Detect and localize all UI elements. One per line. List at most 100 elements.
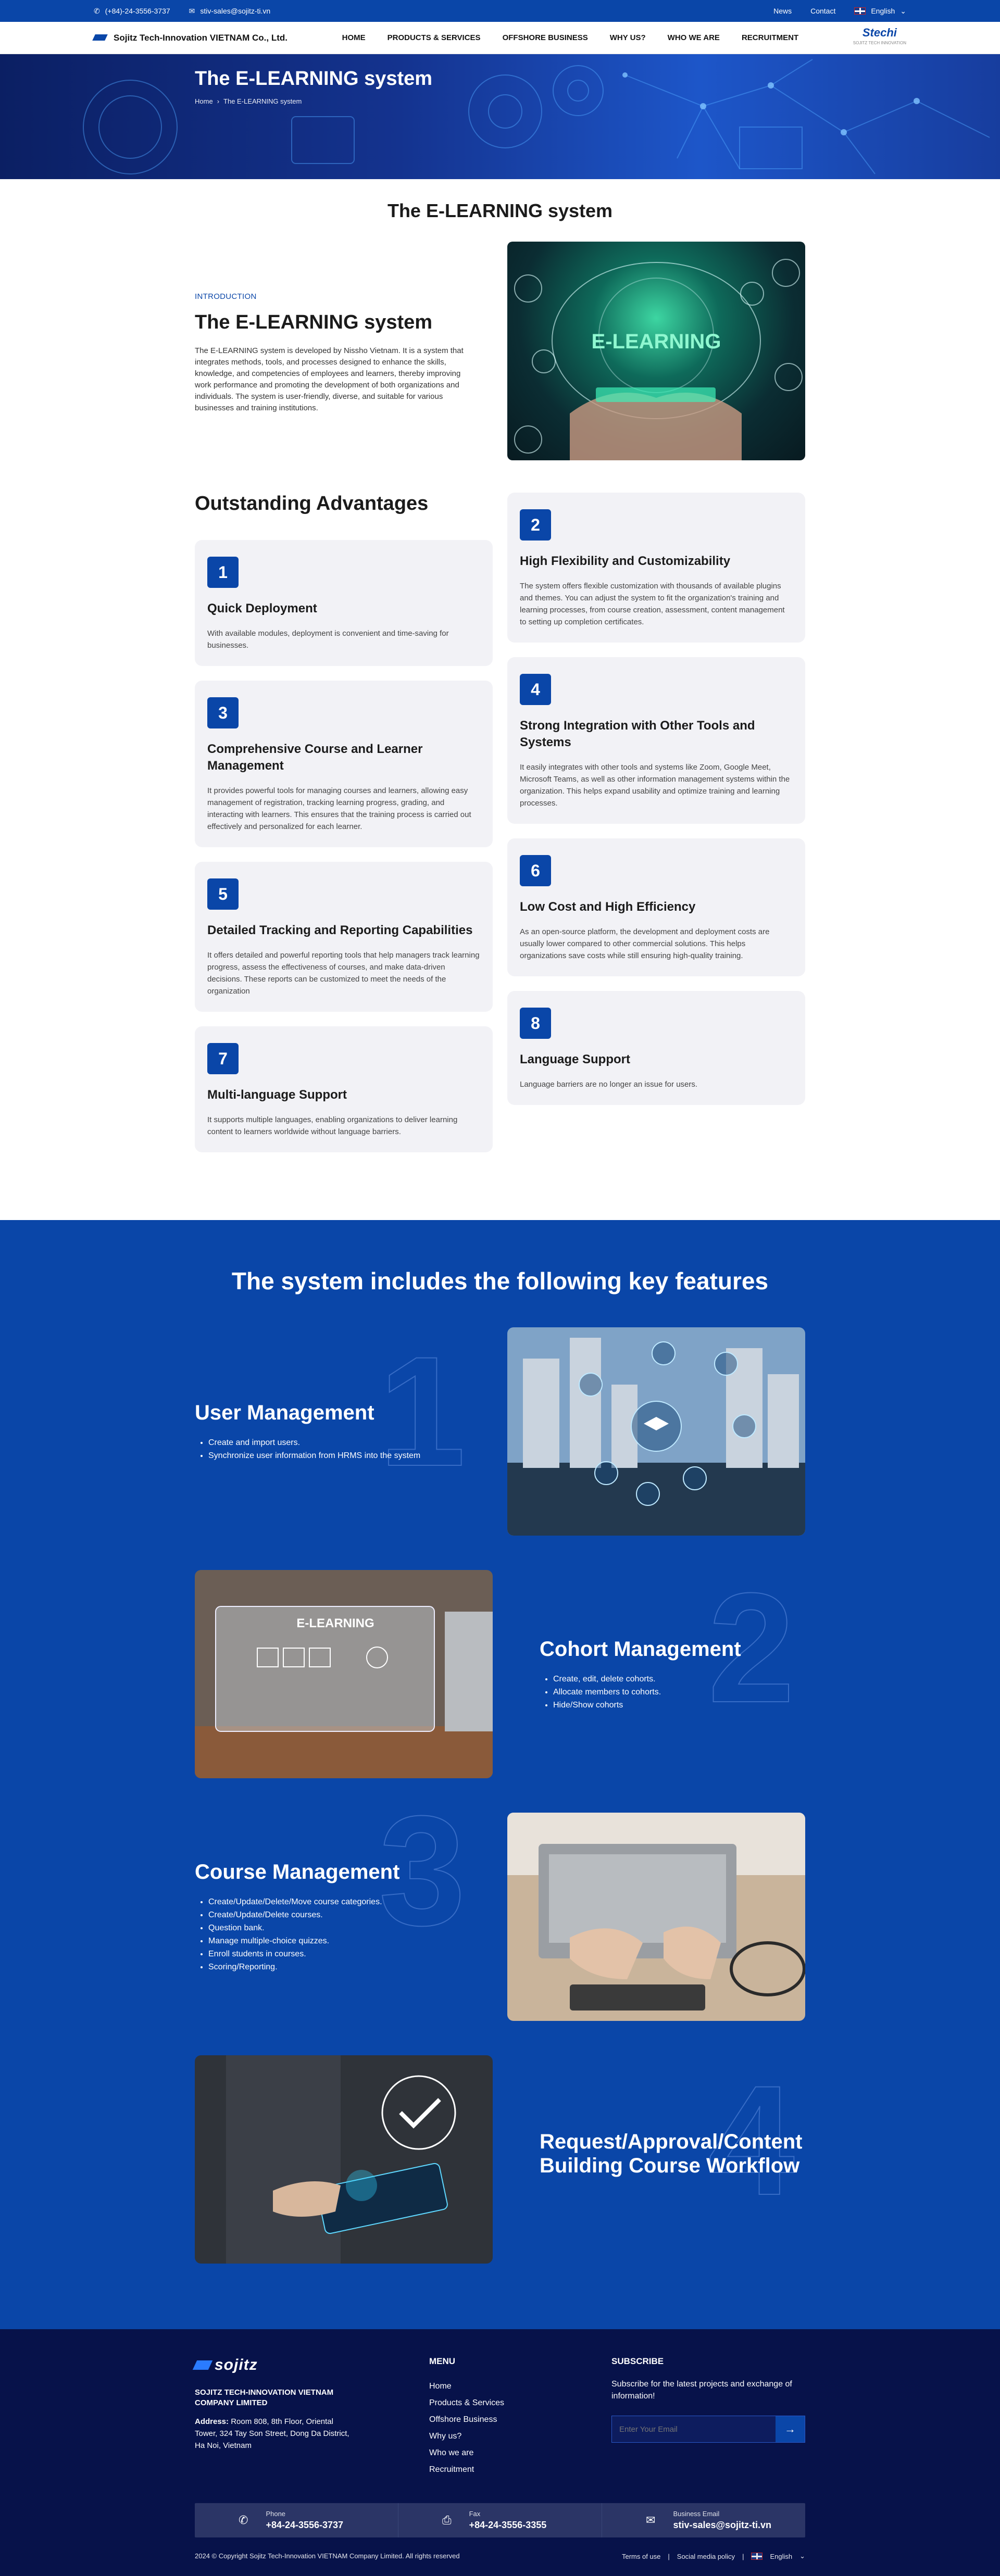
advantage-card-2: 2 High Flexibility and Customizability T… [507,493,805,643]
stechi-logo-text: Stechi [862,26,897,39]
advantage-title: Quick Deployment [207,601,317,615]
city-illustration [507,1327,805,1536]
footer-menu-who-we-are[interactable]: Who we are [429,2445,533,2461]
laptop-image-label: E-LEARNING [296,1616,374,1630]
subscribe-submit-button[interactable]: → [776,2416,805,2442]
fax-icon: ⎙ [442,2514,452,2527]
feature-user-management: 1 User Management Create and import user… [195,1327,805,1536]
social-policy-link[interactable]: Social media policy [677,2553,735,2560]
elearning-illustration: E-LEARNING [514,259,803,460]
uk-flag-icon [751,2553,763,2560]
advantage-number: 2 [520,509,551,541]
breadcrumb-current: The E-LEARNING system [223,97,302,105]
subscribe-title: SUBSCRIBE [611,2356,664,2366]
footer-menu-recruitment[interactable]: Recruitment [429,2461,533,2478]
footer-bottom: 2024 © Copyright Sojitz Tech-Innovation … [195,2552,805,2560]
copyright: 2024 © Copyright Sojitz Tech-Innovation … [195,2552,460,2560]
contact-value: +84-24-3556-3355 [469,2520,547,2530]
elearning-hands-image: E-LEARNING [507,242,805,460]
feature-title: Course Management [195,1861,400,1883]
language-select[interactable]: English ⌄ [854,7,906,16]
footer-logo[interactable]: sojitz [192,2356,351,2374]
main-nav: HOME PRODUCTS & SERVICES OFFSHORE BUSINE… [342,33,798,42]
nav-home[interactable]: HOME [342,33,366,42]
stechi-logo-sub: SOJITZ TECH INNOVATION [853,40,906,45]
feature-workflow: 4 Request/Approval/Content Building Cour… [195,2055,805,2264]
hero-banner: The E-LEARNING system Home › The E-LEARN… [0,54,1000,179]
feature-point: Enroll students in courses. [208,1947,476,1961]
advantage-card-7: 7 Multi-language Support It supports mul… [195,1026,493,1152]
stechi-logo[interactable]: Stechi SOJITZ TECH INNOVATION [853,26,906,48]
topbar-email[interactable]: ✉ stiv-sales@sojitz-ti.vn [189,7,271,16]
terms-link[interactable]: Terms of use [622,2553,660,2560]
advantage-title: Language Support [520,1052,630,1066]
nav-why-us[interactable]: WHY US? [610,33,646,42]
topbar-link-contact[interactable]: Contact [810,7,835,15]
advantage-body: The system offers flexible customization… [520,582,785,626]
footer-contacts: ✆ Phone +84-24-3556-3737 ⎙ Fax +84-24-3556… [195,2503,805,2537]
nav-recruitment[interactable]: RECRUITMENT [742,33,798,42]
feature-title: User Management [195,1401,374,1424]
feature-point: Synchronize user information from HRMS i… [208,1449,476,1462]
typing-laptop-image [507,1813,805,2021]
mail-icon: ✉ [646,2514,656,2527]
feature-point: Manage multiple-choice quizzes. [208,1934,476,1947]
arrow-right-icon: → [784,2422,796,2435]
mail-icon: ✉ [189,6,195,15]
advantage-card-6: 6 Low Cost and High Efficiency As an ope… [507,838,805,976]
advantage-title: Detailed Tracking and Reporting Capabili… [207,923,473,937]
laptop-elearning-image: E-LEARNING [195,1570,493,1778]
language-label: English [871,7,895,15]
subscribe-email-input[interactable] [612,2416,776,2442]
feature-points: Create and import users. Synchronize use… [195,1436,476,1462]
footer-menu-why-us[interactable]: Why us? [429,2428,533,2445]
contact-phone[interactable]: ✆ Phone +84-24-3556-3737 [195,2503,398,2537]
topbar-phone[interactable]: ✆ (+84)-24-3556-3737 [94,7,170,16]
advantage-body: As an open-source platform, the developm… [520,927,770,960]
contact-email[interactable]: ✉ Business Email stiv-sales@sojitz-ti.vn [602,2503,805,2537]
advantages-right-column: 2 High Flexibility and Customizability T… [507,493,805,1152]
hero-title: The E-LEARNING system [195,68,433,90]
advantage-card-8: 8 Language Support Language barriers are… [507,991,805,1105]
nav-offshore-business[interactable]: OFFSHORE BUSINESS [503,33,588,42]
advantages-title: Outstanding Advantages [195,493,429,514]
advantage-body: It easily integrates with other tools an… [520,763,790,808]
advantage-number: 4 [520,674,551,705]
contact-fax[interactable]: ⎙ Fax +84-24-3556-3355 [398,2503,602,2537]
typing-illustration [507,1813,805,2021]
footer-company-name: SOJITZ TECH-INNOVATION VIETNAM COMPANY L… [195,2388,334,2407]
chevron-down-icon: ⌄ [900,6,906,15]
contact-value: stiv-sales@sojitz-ti.vn [673,2520,772,2530]
sojitz-mark-icon [192,2360,213,2370]
advantage-body: It provides powerful tools for managing … [207,786,471,831]
feature-points: Create, edit, delete cohorts. Allocate m… [540,1673,805,1712]
advantage-card-1: 1 Quick Deployment With available module… [195,540,493,666]
breadcrumb-home[interactable]: Home [195,97,213,105]
features-section: The system includes the following key fe… [0,1220,1000,2329]
advantage-title: Low Cost and High Efficiency [520,900,696,914]
contact-value: +84-24-3556-3737 [266,2520,344,2530]
footer-menu-home[interactable]: Home [429,2378,533,2395]
separator: | [742,2552,744,2560]
nav-who-we-are[interactable]: WHO WE ARE [668,33,720,42]
footer-menu-offshore-business[interactable]: Offshore Business [429,2411,533,2428]
advantage-number: 7 [207,1043,239,1074]
advantage-number: 5 [207,878,239,910]
footer-menu: MENU Home Products & Services Offshore B… [429,2356,533,2478]
advantages-left-column: Outstanding Advantages 1 Quick Deploymen… [195,493,493,1152]
nav-products-services[interactable]: PRODUCTS & SERVICES [388,33,481,42]
chevron-right-icon: › [217,97,220,105]
brand[interactable]: Sojitz Tech-Innovation VIETNAM Co., Ltd. [94,32,288,44]
topbar-link-news[interactable]: News [773,7,792,15]
footer-menu-products-services[interactable]: Products & Services [429,2395,533,2411]
advantage-number: 6 [520,855,551,886]
page-title: The E-LEARNING system [387,200,613,221]
laptop-hand-illustration: E-LEARNING [195,1570,493,1778]
tablet-illustration [195,2055,493,2264]
feature-title: Request/Approval/Content Building Course… [540,2130,803,2177]
footer-language-select[interactable]: English [770,2553,792,2560]
phone-icon: ✆ [94,6,100,15]
topbar-email-text: stiv-sales@sojitz-ti.vn [200,7,271,15]
intro-section: INTRODUCTION The E-LEARNING system The E… [195,242,805,460]
advantage-card-4: 4 Strong Integration with Other Tools an… [507,657,805,824]
